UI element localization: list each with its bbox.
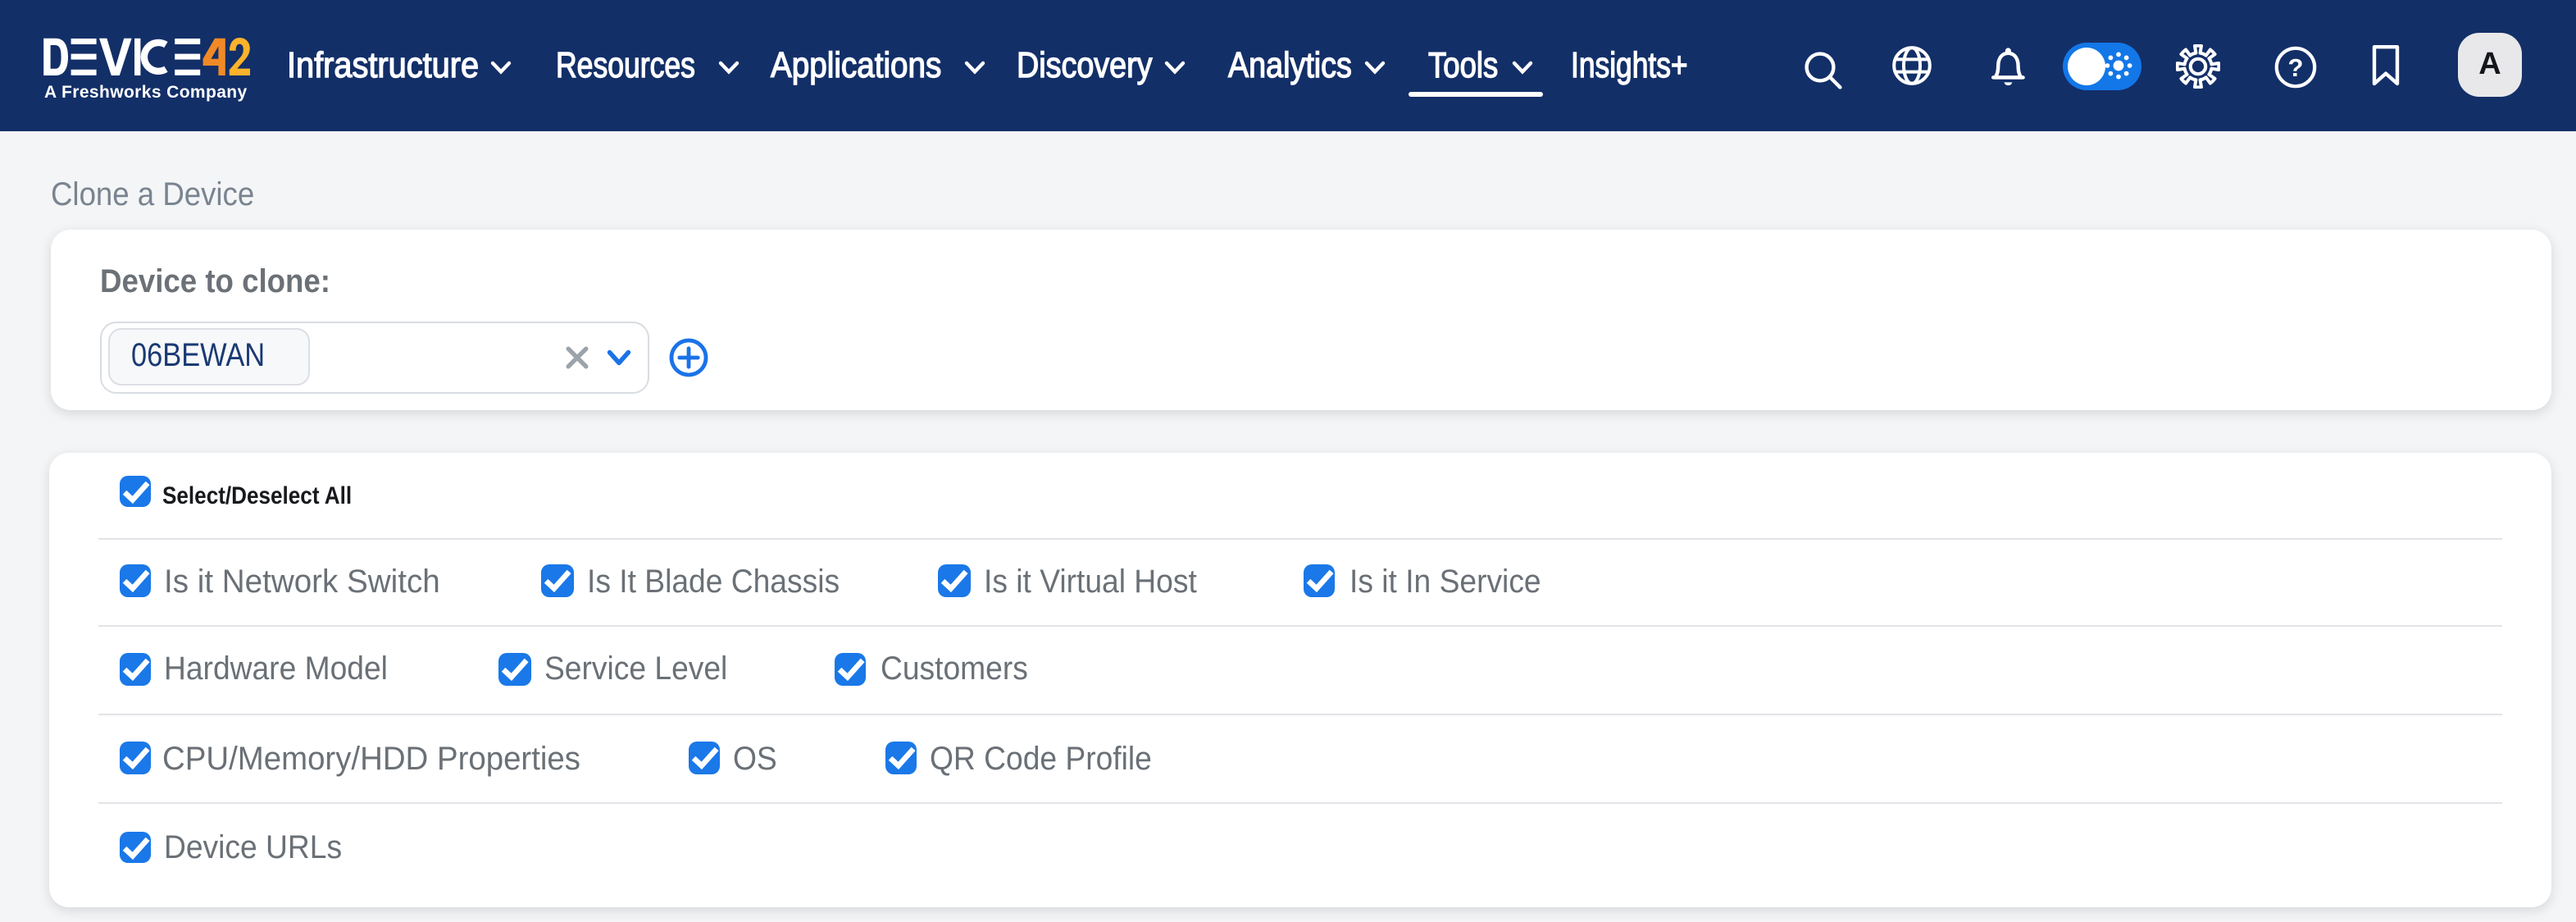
svg-text:A Freshworks Company: A Freshworks Company [44, 83, 248, 102]
svg-text:?: ? [2287, 52, 2303, 81]
